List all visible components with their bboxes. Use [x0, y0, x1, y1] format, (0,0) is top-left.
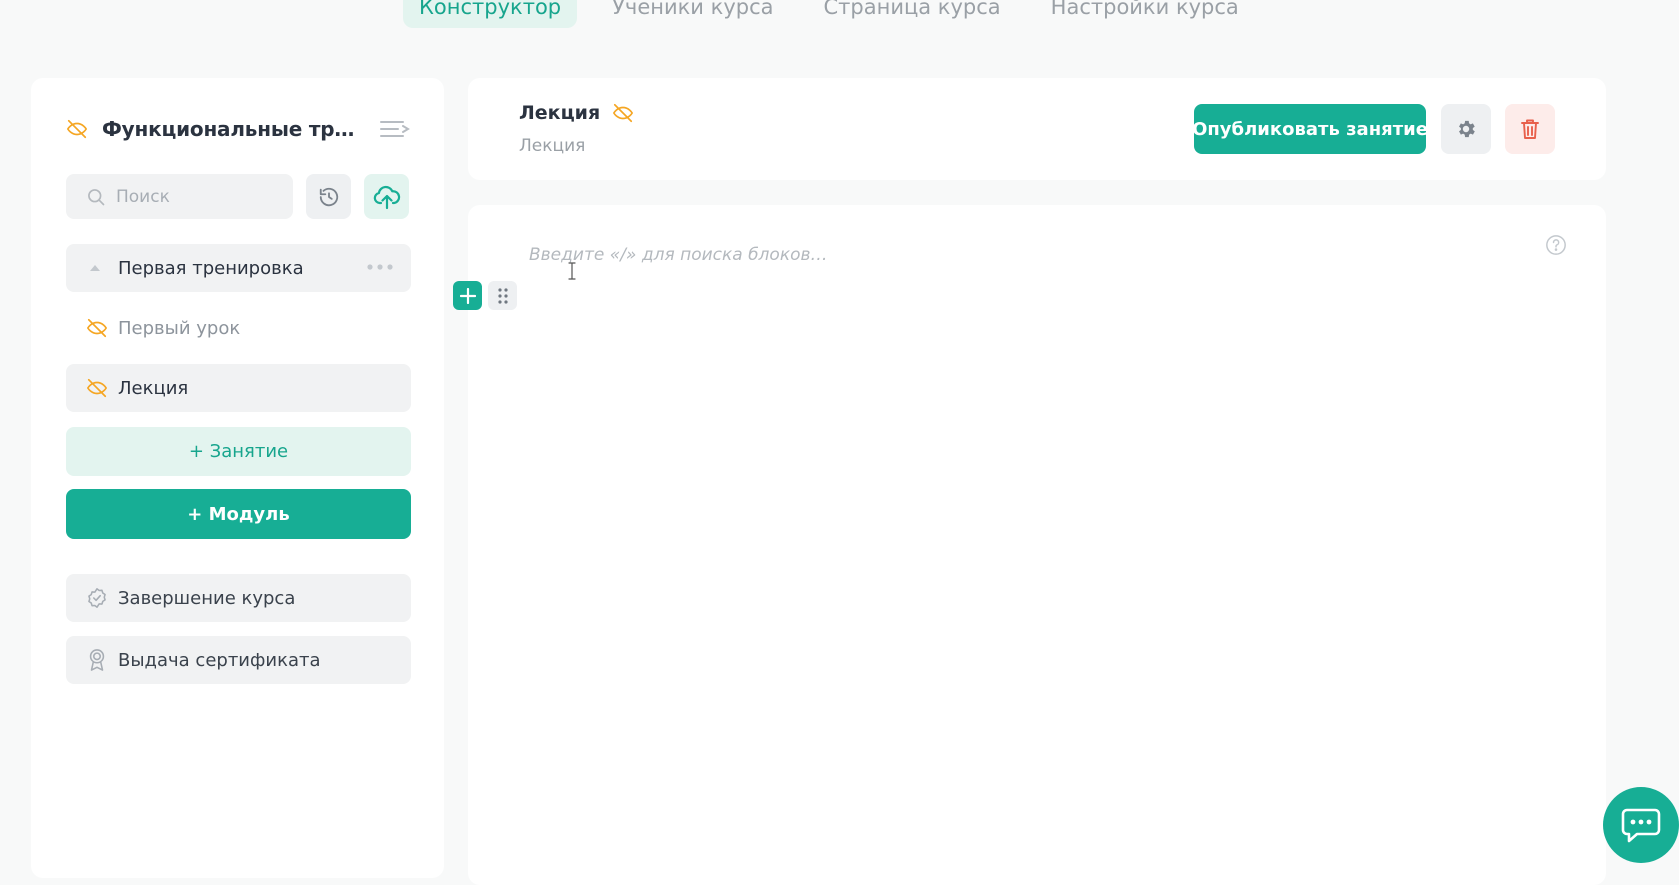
more-options-icon[interactable]	[367, 264, 393, 270]
search-box	[66, 174, 293, 219]
course-tabs: Конструктор Ученики курса Страница курса…	[403, 0, 1274, 28]
module-item[interactable]: Первая тренировка	[66, 244, 411, 292]
lesson-editor[interactable]: Введите «/» для поиска блоков…	[468, 205, 1606, 885]
tab-course-page[interactable]: Страница курса	[809, 0, 1016, 28]
lesson-item-selected[interactable]: Лекция	[66, 364, 411, 412]
eye-off-icon	[86, 377, 108, 399]
certificate-award-icon	[86, 648, 108, 672]
gear-icon	[1455, 118, 1477, 140]
collapse-sidebar-icon[interactable]	[379, 118, 411, 140]
lesson-settings-button[interactable]	[1441, 104, 1491, 154]
lesson-header-card: Лекция Лекция Опубликовать занятие	[468, 78, 1606, 180]
badge-check-icon	[86, 587, 108, 609]
certificate-item[interactable]: Выдача сертификата	[66, 636, 411, 684]
add-block-button[interactable]	[453, 281, 482, 310]
search-input[interactable]	[116, 186, 286, 207]
course-structure-sidebar: Функциональные трени...	[31, 78, 444, 878]
publish-lesson-button[interactable]: Опубликовать занятие	[1192, 104, 1428, 154]
lesson-subtitle: Лекция	[519, 136, 586, 156]
eye-off-icon[interactable]	[612, 102, 634, 124]
plus-icon	[459, 287, 476, 304]
course-completion-label: Завершение курса	[118, 587, 296, 609]
lesson-label: Первый урок	[118, 317, 241, 339]
caret-up-icon[interactable]	[90, 265, 100, 271]
trash-icon	[1520, 118, 1540, 140]
course-header: Функциональные трени...	[66, 114, 411, 144]
lesson-title-text: Лекция	[519, 102, 601, 124]
chat-support-button[interactable]	[1603, 787, 1679, 863]
drag-handle-icon	[497, 287, 508, 304]
lesson-title: Лекция	[519, 102, 634, 124]
course-completion-item[interactable]: Завершение курса	[66, 574, 411, 622]
course-title: Функциональные трени...	[102, 117, 367, 141]
text-cursor-icon	[568, 262, 576, 280]
history-button[interactable]	[306, 174, 351, 219]
tab-course-settings[interactable]: Настройки курса	[1036, 0, 1254, 28]
add-module-button[interactable]: + Модуль	[66, 489, 411, 539]
help-icon[interactable]	[1545, 234, 1567, 256]
upload-button[interactable]	[364, 174, 409, 219]
lesson-item[interactable]: Первый урок	[66, 304, 411, 352]
delete-lesson-button[interactable]	[1505, 104, 1555, 154]
chat-bubble-icon	[1621, 807, 1661, 843]
eye-off-icon	[86, 317, 108, 339]
drag-handle[interactable]	[488, 281, 517, 310]
history-icon	[318, 186, 340, 208]
add-lesson-button[interactable]: + Занятие	[66, 427, 411, 476]
eye-off-icon	[66, 118, 88, 140]
tab-constructor[interactable]: Конструктор	[403, 0, 578, 28]
certificate-label: Выдача сертификата	[118, 649, 321, 671]
cloud-upload-icon	[373, 184, 401, 210]
module-label: Первая тренировка	[118, 257, 304, 279]
tab-students[interactable]: Ученики курса	[597, 0, 788, 28]
lesson-label: Лекция	[118, 377, 189, 399]
search-icon	[86, 187, 106, 207]
